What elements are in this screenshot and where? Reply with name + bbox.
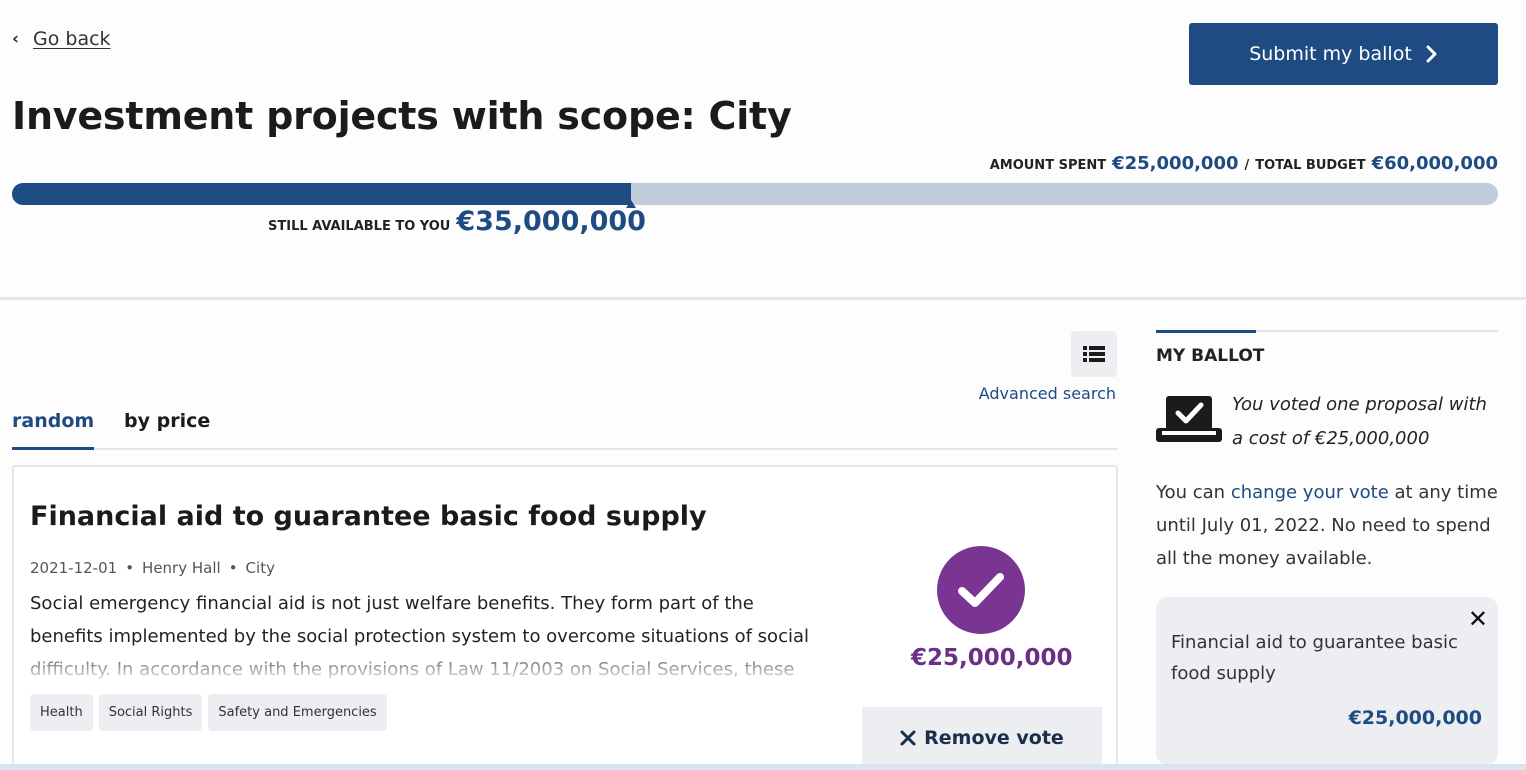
submit-ballot-button[interactable]: Submit my ballot [1189, 23, 1498, 85]
chevron-right-icon [1426, 45, 1437, 63]
page-title: Investment projects with scope: City [12, 94, 792, 138]
investment-date: 2021-12-01 [30, 559, 118, 577]
remove-vote-button[interactable]: Remove vote [862, 707, 1102, 769]
still-available-label: STILL AVAILABLE TO YOU [268, 219, 451, 234]
investment-title[interactable]: Financial aid to guarantee basic food su… [30, 501, 707, 532]
investment-card: Financial aid to guarantee basic food su… [12, 465, 1118, 770]
still-available: STILL AVAILABLE TO YOU €35,000,000 [268, 206, 646, 237]
order-tabs: random by price [12, 410, 1117, 450]
ballot-item-title[interactable]: Financial aid to guarantee basic food su… [1171, 627, 1461, 689]
tag-safety-emergencies[interactable]: Safety and Emergencies [208, 694, 387, 731]
chevron-left-icon: ‹ [12, 28, 20, 49]
investment-price: €25,000,000 [911, 645, 1073, 671]
still-available-value: €35,000,000 [456, 206, 646, 237]
ballot-box-icon [1156, 396, 1222, 442]
budget-summary: AMOUNT SPENT €25,000,000 / TOTAL BUDGET … [990, 153, 1498, 174]
budget-progress-bar [12, 183, 1498, 208]
meta-separator: • [228, 559, 238, 577]
investment-scope: City [245, 559, 275, 577]
tab-by-price[interactable]: by price [124, 410, 210, 450]
investment-description: Social emergency financial aid is not ju… [30, 587, 830, 679]
total-budget-value: €60,000,000 [1371, 153, 1498, 174]
list-view-icon [1083, 346, 1105, 362]
tag-social-rights[interactable]: Social Rights [98, 694, 203, 731]
change-vote-link[interactable]: change your vote [1231, 482, 1389, 503]
ballot-item-price: €25,000,000 [1348, 707, 1482, 729]
ballot-item: ✕ Financial aid to guarantee basic food … [1156, 597, 1498, 765]
ballot-voted-summary: You voted one proposal with a cost of €2… [1232, 394, 1487, 449]
investment-meta: 2021-12-01 • Henry Hall • City [30, 559, 275, 577]
ballot-heading: MY BALLOT [1156, 346, 1265, 366]
submit-ballot-label: Submit my ballot [1249, 43, 1412, 65]
go-back-link[interactable]: ‹ Go back [12, 28, 111, 50]
tag-health[interactable]: Health [30, 694, 93, 731]
ballot-change-text: You can change your vote at any time unt… [1156, 476, 1498, 575]
go-back-label: Go back [33, 28, 111, 50]
investment-author: Henry Hall [142, 559, 221, 577]
advanced-search-link[interactable]: Advanced search [979, 384, 1116, 403]
section-divider [0, 297, 1526, 300]
bottom-edge [0, 764, 1526, 770]
close-icon[interactable]: ✕ [1468, 607, 1488, 631]
amount-spent-label: AMOUNT SPENT [989, 158, 1107, 173]
check-circle-icon [937, 546, 1025, 634]
ballot-rule-accent [1156, 330, 1256, 333]
meta-separator: • [125, 559, 135, 577]
total-budget-label: TOTAL BUDGET [1255, 158, 1366, 173]
change-prefix: You can [1156, 482, 1226, 503]
remove-vote-label: Remove vote [924, 727, 1064, 749]
investment-tags: Health Social Rights Safety and Emergenc… [30, 694, 387, 731]
budget-separator: / [1244, 158, 1250, 173]
amount-spent-value: €25,000,000 [1112, 153, 1239, 174]
tab-random[interactable]: random [12, 410, 95, 450]
close-icon [900, 730, 916, 746]
view-mode-toggle[interactable] [1071, 331, 1117, 377]
budget-progress-fill [12, 183, 632, 205]
